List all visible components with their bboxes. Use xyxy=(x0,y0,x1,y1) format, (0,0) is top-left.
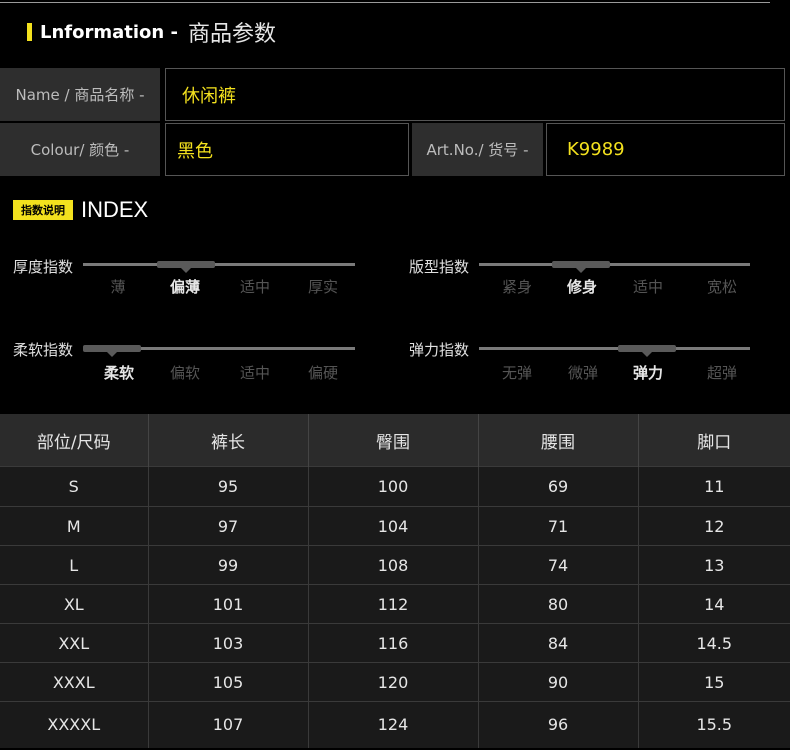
size-header-cell: 腰围 xyxy=(478,414,639,467)
name-value: 休闲裤 xyxy=(165,68,785,121)
size-cell: S xyxy=(0,466,149,507)
slider-elasticity-name: 弹力指数 xyxy=(409,341,470,359)
slider-fit-name: 版型指数 xyxy=(409,258,470,276)
size-cell: 15.5 xyxy=(638,701,790,748)
size-cell: 69 xyxy=(478,466,639,507)
size-table: 部位/尺码 裤长 臀围 腰围 脚口 S 95 100 69 11 M 97 10… xyxy=(0,414,790,748)
size-cell: M xyxy=(0,506,149,546)
colour-value: 黑色 xyxy=(165,123,409,176)
slider-thickness-knob xyxy=(157,261,215,268)
table-row: S 95 100 69 11 xyxy=(0,466,790,507)
size-cell: 120 xyxy=(308,662,479,702)
size-header-cell: 脚口 xyxy=(638,414,790,467)
slider-elasticity-opt: 无弹 xyxy=(501,364,532,382)
size-cell: L xyxy=(0,545,149,585)
size-cell: 74 xyxy=(478,545,639,585)
size-cell: 97 xyxy=(148,506,309,546)
size-cell: 116 xyxy=(308,623,479,663)
slider-thickness-opt: 薄 xyxy=(110,278,126,296)
size-cell: 95 xyxy=(148,466,309,507)
size-cell: 112 xyxy=(308,584,479,624)
size-cell: 107 xyxy=(148,701,309,748)
size-cell: 13 xyxy=(638,545,790,585)
artno-label: Art.No./ 货号 - xyxy=(412,123,543,176)
slider-softness-knob xyxy=(83,345,141,352)
colour-label: Colour/ 颜色 - xyxy=(0,123,160,176)
size-header-cell: 裤长 xyxy=(148,414,309,467)
slider-fit-opt: 紧身 xyxy=(501,278,532,296)
slider-softness-opt: 偏软 xyxy=(169,364,200,382)
table-row: L 99 108 74 13 xyxy=(0,545,790,585)
slider-softness-name: 柔软指数 xyxy=(13,341,74,359)
slider-thickness-name: 厚度指数 xyxy=(13,258,74,276)
slider-thickness-opt-selected: 偏薄 xyxy=(169,278,200,296)
size-cell: 71 xyxy=(478,506,639,546)
slider-thickness-opt: 适中 xyxy=(239,278,270,296)
accent-bar xyxy=(27,23,32,41)
slider-elasticity-opt: 超弹 xyxy=(706,364,737,382)
slider-thickness-track xyxy=(83,263,355,266)
size-cell: 124 xyxy=(308,701,479,748)
table-row: XXXL 105 120 90 15 xyxy=(0,662,790,702)
slider-elasticity-opt: 微弹 xyxy=(567,364,598,382)
section-header: Lnformation - 商品参数 xyxy=(27,18,276,47)
index-header: 指数说明 INDEX xyxy=(13,197,148,223)
header-title-cn: 商品参数 xyxy=(187,22,276,47)
slider-fit-opt: 宽松 xyxy=(706,278,737,296)
slider-elasticity-opt-selected: 弹力 xyxy=(632,364,663,382)
size-cell: 84 xyxy=(478,623,639,663)
slider-fit-track xyxy=(479,263,750,266)
size-cell: 11 xyxy=(638,466,790,507)
slider-elasticity-track xyxy=(479,347,750,350)
size-cell: 99 xyxy=(148,545,309,585)
size-cell: XXXL xyxy=(0,662,149,702)
size-cell: 90 xyxy=(478,662,639,702)
size-cell: 101 xyxy=(148,584,309,624)
size-cell: 103 xyxy=(148,623,309,663)
header-title-en: Lnformation - xyxy=(40,21,178,43)
size-cell: XL xyxy=(0,584,149,624)
size-cell: 12 xyxy=(638,506,790,546)
size-cell: XXL xyxy=(0,623,149,663)
size-cell: 15 xyxy=(638,662,790,702)
slider-softness-opt: 适中 xyxy=(239,364,270,382)
name-label: Name / 商品名称 - xyxy=(0,68,160,121)
top-divider xyxy=(0,2,770,3)
slider-softness-opt: 偏硬 xyxy=(307,364,338,382)
slider-elasticity-knob xyxy=(618,345,676,352)
size-cell: 104 xyxy=(308,506,479,546)
table-row: M 97 104 71 12 xyxy=(0,506,790,546)
size-table-header-row: 部位/尺码 裤长 臀围 腰围 脚口 xyxy=(0,414,790,467)
slider-fit-opt-selected: 修身 xyxy=(566,278,597,296)
size-cell: 14.5 xyxy=(638,623,790,663)
size-header-cell: 臀围 xyxy=(308,414,479,467)
table-row: XXXXL 107 124 96 15.5 xyxy=(0,701,790,748)
size-cell: 100 xyxy=(308,466,479,507)
index-title: INDEX xyxy=(81,197,149,222)
size-cell: 105 xyxy=(148,662,309,702)
size-cell: 14 xyxy=(638,584,790,624)
slider-fit-opt: 适中 xyxy=(632,278,663,296)
index-tag: 指数说明 xyxy=(13,200,73,220)
slider-thickness-opt: 厚实 xyxy=(307,278,338,296)
size-cell: XXXXL xyxy=(0,701,149,748)
table-row: XL 101 112 80 14 xyxy=(0,584,790,624)
size-cell: 96 xyxy=(478,701,639,748)
size-cell: 80 xyxy=(478,584,639,624)
size-header-cell: 部位/尺码 xyxy=(0,414,149,467)
slider-fit-knob xyxy=(552,261,610,268)
slider-softness-opt-selected: 柔软 xyxy=(103,364,134,382)
size-cell: 108 xyxy=(308,545,479,585)
artno-value: K9989 xyxy=(546,123,785,176)
table-row: XXL 103 116 84 14.5 xyxy=(0,623,790,663)
